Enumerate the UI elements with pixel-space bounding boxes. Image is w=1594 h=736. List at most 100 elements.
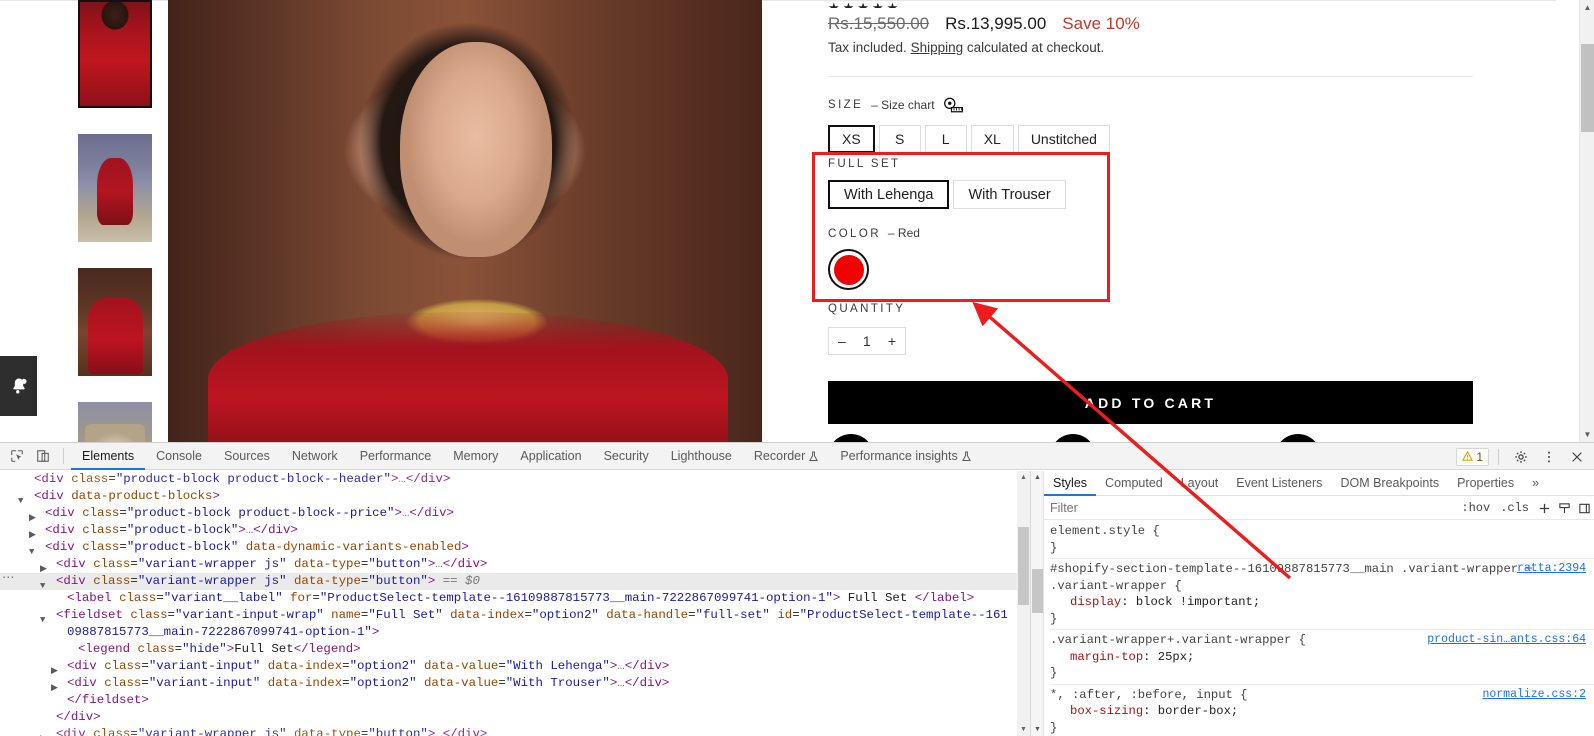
cls-toggle-button[interactable]: .cls	[1495, 501, 1534, 515]
dom-tree-line[interactable]: ▶<div class="variant-wrapper js" data-ty…	[0, 726, 1017, 736]
css-property[interactable]: box-sizing	[1070, 704, 1143, 718]
quantity-decrease-button[interactable]: –	[838, 333, 846, 349]
payment-button-2[interactable]	[1050, 434, 1096, 442]
size-option-l[interactable]: L	[924, 125, 967, 153]
styles-tab-styles[interactable]: Styles	[1044, 471, 1096, 496]
measuring-tape-icon[interactable]	[943, 97, 965, 113]
dom-tree-line[interactable]: <div class="product-block product-block-…	[0, 471, 1017, 488]
styles-tab-dom-breakpoints[interactable]: DOM Breakpoints	[1331, 471, 1448, 496]
dom-tree-line[interactable]: ▶<div class="variant-wrapper js" data-ty…	[0, 556, 1017, 574]
css-value[interactable]: : 25px;	[1143, 650, 1194, 664]
quantity-increase-button[interactable]: +	[888, 333, 896, 349]
css-rule-source[interactable]: ratta:2394	[1517, 561, 1586, 578]
payment-button-1[interactable]	[828, 434, 874, 442]
styles-tab-event-listeners[interactable]: Event Listeners	[1227, 471, 1331, 496]
notification-bell-button[interactable]	[0, 356, 37, 416]
dom-tree-line[interactable]: ▶ <div class="variant-input" data-index="…	[0, 675, 1017, 693]
product-thumbnail-2[interactable]	[78, 134, 152, 242]
product-thumbnail-4[interactable]	[78, 402, 152, 442]
css-selector-cont[interactable]: .variant-wrapper {	[1050, 578, 1594, 595]
tab-network[interactable]: Network	[281, 443, 349, 470]
dom-tree-scrollbar[interactable]: ▲ ▼	[1017, 471, 1030, 736]
shipping-link[interactable]: Shipping	[911, 40, 964, 55]
styles-scrollbar-thumb[interactable]	[1032, 569, 1043, 613]
inspect-element-icon[interactable]	[4, 444, 30, 468]
dom-tree-line[interactable]: ▼ <div data-product-blocks>	[0, 488, 1017, 506]
payment-button-3[interactable]	[1275, 434, 1321, 442]
chevron-double-right-icon[interactable]: »	[1523, 471, 1548, 496]
kebab-menu-icon[interactable]	[1536, 445, 1562, 469]
css-selector[interactable]: element.style {	[1050, 523, 1594, 540]
tab-recorder[interactable]: Recorder	[743, 443, 829, 470]
css-rule[interactable]: ratta:2394 #shopify-section-template--161…	[1050, 558, 1594, 629]
css-rule[interactable]: element.style {}	[1050, 521, 1594, 558]
quantity-value[interactable]: 1	[863, 333, 871, 349]
tab-application[interactable]: Application	[509, 443, 592, 470]
styles-scroll-down-icon[interactable]: ▼	[1031, 723, 1044, 736]
tab-security[interactable]: Security	[593, 443, 660, 470]
css-declaration[interactable]: display: block !important;	[1050, 594, 1594, 611]
css-declaration[interactable]: margin-top: 25px;	[1050, 649, 1594, 666]
tab-memory[interactable]: Memory	[442, 443, 509, 470]
styles-filter-input[interactable]	[1044, 500, 1457, 516]
close-icon[interactable]	[1564, 445, 1590, 469]
product-thumbnail-1[interactable]	[78, 0, 152, 108]
dom-tree-line[interactable]: ▶ <div class="variant-input" data-index="…	[0, 658, 1017, 676]
dom-tree-line[interactable]: </div>	[0, 709, 1017, 726]
scroll-down-arrow-icon[interactable]: ▼	[1580, 427, 1594, 442]
dom-tree-line[interactable]: ▶ <div class="product-block">…</div>	[0, 522, 1017, 540]
tab-elements[interactable]: Elements	[71, 443, 145, 470]
css-selector[interactable]: #shopify-section-template--1610988781577…	[1050, 561, 1594, 578]
dom-scroll-up-icon[interactable]: ▲	[1017, 471, 1030, 484]
scroll-up-arrow-icon[interactable]: ▲	[1580, 0, 1594, 15]
dom-tree-line[interactable]: </fieldset>	[0, 692, 1017, 709]
dom-tree-line[interactable]: ▶ <div class="product-block product-block…	[0, 505, 1017, 523]
dom-tree-code[interactable]: <div class="product-block product-block-…	[0, 471, 1017, 736]
dom-tree-line[interactable]: ⋯ ▼ <div class="variant-wrapper js" data-t…	[0, 571, 1017, 591]
css-value[interactable]: : border-box;	[1143, 704, 1238, 718]
css-value[interactable]: : block !important;	[1121, 595, 1260, 609]
tab-lighthouse[interactable]: Lighthouse	[660, 443, 743, 470]
css-property[interactable]: margin-top	[1070, 650, 1143, 664]
css-declaration[interactable]: box-sizing: border-box;	[1050, 703, 1594, 720]
tab-performance[interactable]: Performance	[349, 443, 443, 470]
size-option-xl[interactable]: XL	[970, 125, 1014, 153]
dom-scrollbar-thumb[interactable]	[1018, 527, 1029, 605]
quantity-stepper[interactable]: – 1 +	[828, 327, 906, 355]
size-option-xs[interactable]: XS	[828, 125, 875, 153]
dom-tree-line[interactable]: <legend class="hide">Full Set</legend>	[0, 641, 1017, 658]
dom-tree-line[interactable]: <label class="variant__label" for="Produ…	[0, 590, 1017, 607]
hov-toggle-button[interactable]: :hov	[1456, 501, 1495, 515]
dom-scroll-down-icon[interactable]: ▼	[1017, 723, 1030, 736]
element-classes-icon[interactable]	[1554, 502, 1574, 515]
css-rule-source[interactable]: normalize.css:2	[1482, 687, 1586, 704]
size-chart-link[interactable]: – Size chart	[871, 98, 934, 112]
dom-tree-line[interactable]: ▼ <fieldset class="variant-input-wrap" na…	[0, 607, 1017, 625]
toggle-sidebar-icon[interactable]	[1574, 502, 1594, 515]
styles-pane-scrollbar[interactable]: ▲ ▼	[1031, 471, 1044, 736]
styles-tab-layout[interactable]: Layout	[1172, 471, 1228, 496]
css-rule[interactable]: product-sin…ants.css:64 .variant-wrapper+…	[1050, 629, 1594, 684]
styles-tab-properties[interactable]: Properties	[1448, 471, 1523, 496]
dom-tree-line[interactable]: 09887815773__main-7222867099741-option-1…	[0, 624, 1017, 641]
css-rule-source[interactable]: product-sin…ants.css:64	[1427, 632, 1586, 649]
plus-icon[interactable]	[1534, 502, 1554, 515]
product-main-image[interactable]	[168, 0, 762, 442]
gear-icon[interactable]	[1508, 445, 1534, 469]
tab-performance-insights[interactable]: Performance insights	[829, 443, 981, 470]
page-scrollbar[interactable]: ▲ ▼	[1579, 0, 1594, 442]
styles-rules-list[interactable]: element.style {} ratta:2394 #shopify-secti…	[1044, 521, 1594, 736]
device-toolbar-icon[interactable]	[30, 444, 56, 468]
styles-tab-computed[interactable]: Computed	[1096, 471, 1172, 496]
page-scrollbar-thumb[interactable]	[1581, 44, 1594, 132]
css-property[interactable]: display	[1070, 595, 1121, 609]
size-option-unstitched[interactable]: Unstitched	[1017, 125, 1110, 153]
size-option-s[interactable]: S	[878, 125, 921, 153]
css-rule[interactable]: normalize.css:2 *, :after, :before, input…	[1050, 683, 1594, 736]
dom-tree-line[interactable]: ▼ <div class="product-block" data-dynamic…	[0, 539, 1017, 557]
warnings-badge[interactable]: 1	[1456, 447, 1489, 466]
tab-sources[interactable]: Sources	[213, 443, 281, 470]
tab-console[interactable]: Console	[145, 443, 213, 470]
product-thumbnail-3[interactable]	[78, 268, 152, 376]
styles-scroll-up-icon[interactable]: ▲	[1031, 471, 1044, 484]
